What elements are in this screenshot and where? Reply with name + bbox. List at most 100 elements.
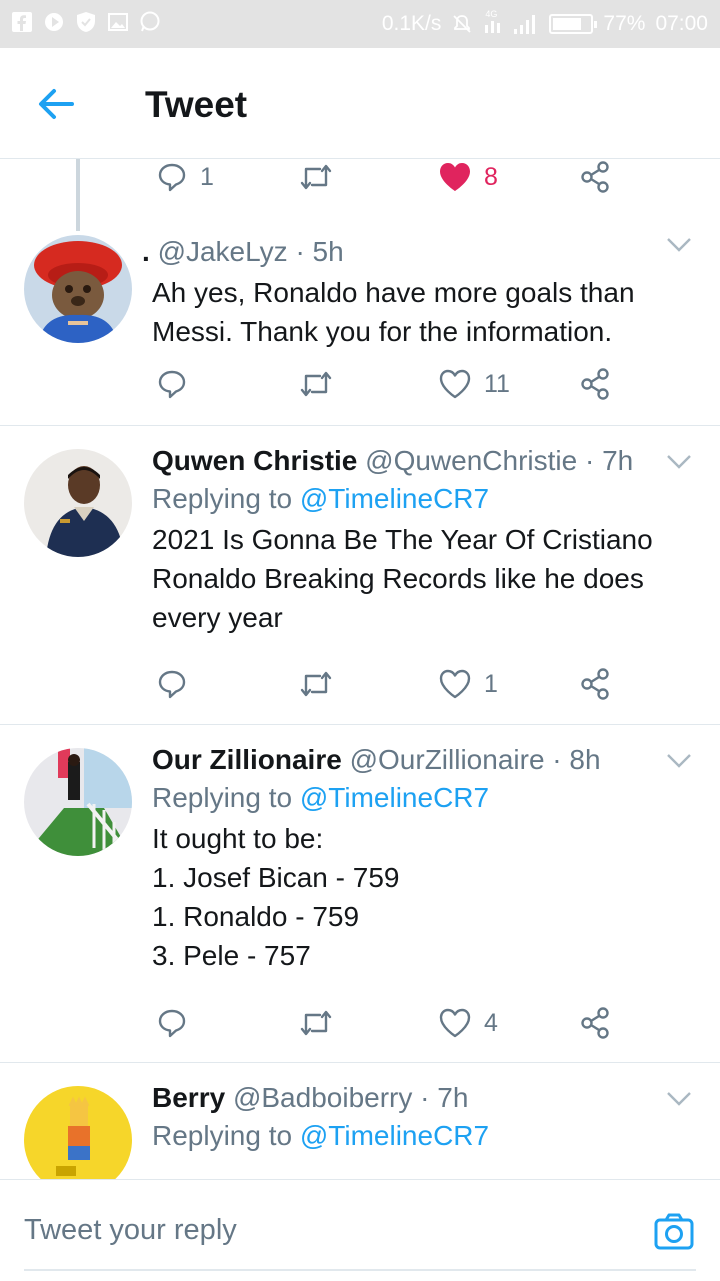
like-count: 4 bbox=[484, 1008, 498, 1037]
heart-icon bbox=[439, 369, 471, 399]
like-count: 11 bbox=[484, 369, 510, 398]
signal-4g-icon: 4G bbox=[483, 9, 503, 35]
like-button[interactable]: 1 bbox=[438, 666, 498, 702]
author-name[interactable]: Berry bbox=[152, 1082, 225, 1113]
tweet-actions: 1 bbox=[152, 666, 622, 702]
media-icon bbox=[42, 10, 66, 34]
reply-button[interactable] bbox=[156, 1005, 200, 1041]
camera-icon bbox=[654, 1213, 694, 1250]
reply-input-underline bbox=[24, 1269, 696, 1271]
tweet-text: It ought to be: 1. Josef Bican - 759 1. … bbox=[152, 819, 692, 975]
author-name[interactable]: Our Zillionaire bbox=[152, 744, 342, 775]
tweet-time: · 8h bbox=[552, 744, 601, 775]
avatar[interactable] bbox=[24, 235, 132, 343]
replying-to-handle[interactable]: @TimelineCR7 bbox=[300, 1120, 489, 1151]
tweet-text-line: 3. Pele - 757 bbox=[152, 940, 311, 971]
tweet-time: · 7h bbox=[420, 1082, 469, 1113]
reply-icon bbox=[158, 1009, 186, 1038]
share-icon bbox=[581, 668, 609, 700]
tweet-text-line: 1. Josef Bican - 759 bbox=[152, 862, 400, 893]
author-name[interactable]: Quwen Christie bbox=[152, 445, 357, 476]
avatar[interactable] bbox=[24, 1086, 132, 1179]
reply-icon bbox=[158, 163, 186, 192]
share-button[interactable] bbox=[578, 366, 612, 402]
tweet-text-line: every year bbox=[152, 602, 283, 633]
tweet-time: · 5h bbox=[295, 236, 344, 267]
reply-input[interactable]: Tweet your reply bbox=[24, 1214, 237, 1247]
camera-button[interactable] bbox=[654, 1212, 694, 1252]
chevron-down-icon[interactable] bbox=[666, 237, 692, 253]
reply-composer: Tweet your reply bbox=[0, 1179, 720, 1281]
tweet-text: Ah yes, Ronaldo have more goals than Mes… bbox=[152, 273, 692, 351]
reply-button[interactable]: 1 bbox=[156, 159, 214, 195]
mute-icon bbox=[453, 15, 472, 33]
gallery-icon bbox=[106, 10, 130, 34]
retweet-button[interactable] bbox=[298, 159, 346, 195]
heart-icon bbox=[439, 669, 471, 699]
parent-tweet-actions: 1 8 bbox=[152, 159, 622, 195]
retweet-icon bbox=[300, 371, 332, 397]
tweet-item[interactable]: Our Zillionaire @OurZillionaire · 8h Rep… bbox=[0, 725, 720, 1063]
like-button[interactable]: 4 bbox=[438, 1005, 498, 1041]
battery-icon bbox=[549, 14, 598, 34]
chevron-down-icon[interactable] bbox=[666, 753, 692, 769]
replying-to-handle[interactable]: @TimelineCR7 bbox=[300, 782, 489, 813]
tweet-feed[interactable]: 1 8 . @JakeLyz · 5h Ah yes, Ronaldo have… bbox=[0, 159, 720, 1179]
author-handle[interactable]: @OurZillionaire bbox=[350, 744, 545, 775]
arrow-left-icon bbox=[39, 89, 74, 119]
status-time: 07:00 bbox=[655, 12, 708, 35]
tweet-text-line: It ought to be: bbox=[152, 823, 324, 854]
back-button[interactable] bbox=[36, 86, 76, 122]
page-title: Tweet bbox=[145, 84, 248, 125]
retweet-button[interactable] bbox=[298, 1005, 346, 1041]
replying-to: Replying to @TimelineCR7 bbox=[152, 781, 692, 815]
like-count: 1 bbox=[484, 669, 498, 698]
retweet-button[interactable] bbox=[298, 366, 346, 402]
facebook-icon bbox=[10, 10, 34, 34]
tweet-body: . @JakeLyz · 5h Ah yes, Ronaldo have mor… bbox=[142, 235, 692, 351]
replying-to-label: Replying to bbox=[152, 782, 293, 813]
heart-filled-icon bbox=[440, 163, 470, 191]
reply-button[interactable] bbox=[156, 366, 200, 402]
like-button[interactable]: 8 bbox=[438, 159, 498, 195]
battery-percent: 77% bbox=[603, 12, 646, 35]
chevron-down-icon[interactable] bbox=[666, 1091, 692, 1107]
author-handle[interactable]: @Badboiberry bbox=[233, 1082, 412, 1113]
author-handle[interactable]: @QuwenChristie bbox=[365, 445, 577, 476]
retweet-icon bbox=[300, 1010, 332, 1036]
avatar[interactable] bbox=[24, 449, 132, 557]
tweet-item[interactable]: Quwen Christie @QuwenChristie · 7h Reply… bbox=[0, 426, 720, 725]
like-button[interactable]: 11 bbox=[438, 366, 510, 402]
tweet-header: . @JakeLyz · 5h bbox=[142, 235, 692, 269]
share-icon bbox=[581, 1007, 609, 1039]
replying-to-label: Replying to bbox=[152, 1120, 293, 1151]
author-handle[interactable]: @JakeLyz bbox=[158, 236, 288, 267]
retweet-button[interactable] bbox=[298, 666, 346, 702]
tweet-item[interactable]: . @JakeLyz · 5h Ah yes, Ronaldo have mor… bbox=[0, 221, 720, 426]
tweet-text-line: Messi. Thank you for the information. bbox=[152, 316, 613, 347]
tweet-text-line: 2021 Is Gonna Be The Year Of Cristiano bbox=[152, 524, 653, 555]
signal-bars-icon bbox=[514, 15, 536, 34]
reply-button[interactable] bbox=[156, 666, 200, 702]
chevron-down-icon[interactable] bbox=[666, 454, 692, 470]
share-button[interactable] bbox=[578, 1005, 612, 1041]
status-bar: 0.1K/s 4G 77% 07:00 bbox=[0, 0, 720, 48]
tweet-header: Our Zillionaire @OurZillionaire · 8h bbox=[152, 743, 692, 777]
tweet-header: Quwen Christie @QuwenChristie · 7h bbox=[152, 444, 692, 478]
tweet-item[interactable]: Berry @Badboiberry · 7h Replying to @Tim… bbox=[0, 1063, 720, 1179]
replying-to: Replying to @TimelineCR7 bbox=[152, 1119, 692, 1153]
app-header: Tweet bbox=[0, 48, 720, 159]
reply-count: 1 bbox=[200, 162, 214, 191]
avatar[interactable] bbox=[24, 748, 132, 856]
author-name[interactable]: . bbox=[142, 236, 150, 267]
share-button[interactable] bbox=[578, 666, 612, 702]
retweet-icon bbox=[300, 164, 332, 190]
replying-to-handle[interactable]: @TimelineCR7 bbox=[300, 483, 489, 514]
tweet-text-line: Ah yes, Ronaldo have more goals than bbox=[152, 277, 635, 308]
retweet-icon bbox=[300, 671, 332, 697]
replying-to-label: Replying to bbox=[152, 483, 293, 514]
replying-to: Replying to @TimelineCR7 bbox=[152, 482, 692, 516]
tweet-text: 2021 Is Gonna Be The Year Of Cristiano R… bbox=[152, 520, 692, 637]
share-button[interactable] bbox=[578, 159, 612, 195]
reply-icon bbox=[158, 670, 186, 699]
